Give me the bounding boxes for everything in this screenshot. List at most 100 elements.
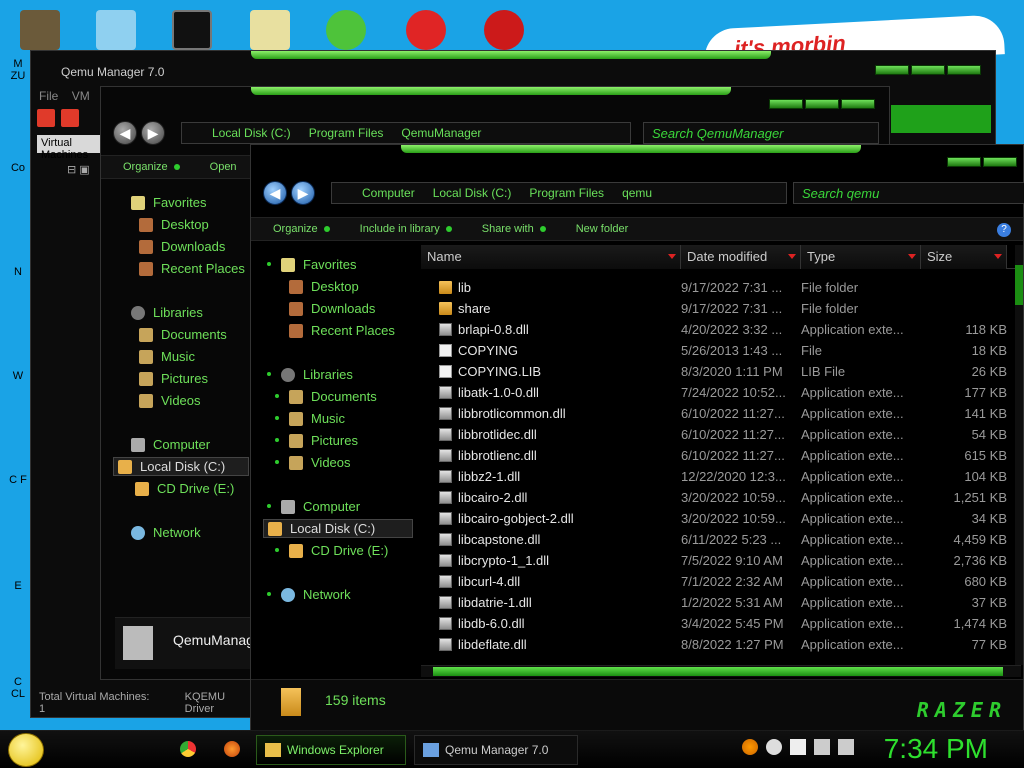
nav-recent-places[interactable]: Recent Places: [289, 323, 395, 338]
column-date-modified[interactable]: Date modified: [681, 245, 801, 269]
chrome-icon[interactable]: [180, 741, 196, 757]
breadcrumb-item[interactable]: Program Files: [529, 186, 604, 200]
nav-cd-drive[interactable]: CD Drive (E:): [275, 543, 388, 558]
nav-videos[interactable]: Videos: [275, 455, 351, 470]
desktop-icon-label[interactable]: E: [6, 580, 30, 592]
nav-desktop[interactable]: Desktop: [289, 279, 359, 294]
clock[interactable]: 7:34 PM: [884, 733, 988, 765]
nav-downloads[interactable]: Downloads: [139, 239, 225, 254]
table-row[interactable]: lib 9/17/2022 7:31 ... File folder: [421, 277, 1021, 298]
nav-videos[interactable]: Videos: [139, 393, 201, 408]
vertical-scrollbar[interactable]: [1015, 245, 1023, 665]
nav-libraries[interactable]: Libraries: [267, 367, 353, 382]
nav-network[interactable]: Network: [131, 525, 201, 540]
breadcrumb-item[interactable]: Program Files: [309, 126, 384, 140]
volume-icon[interactable]: [838, 739, 854, 755]
address-bar[interactable]: Computer Local Disk (C:) Program Files q…: [331, 182, 787, 204]
nav-computer[interactable]: Computer: [267, 499, 360, 514]
table-row[interactable]: libdb-6.0.dll 3/4/2022 5:45 PM Application…: [421, 613, 1021, 634]
organize-button[interactable]: Organize: [273, 223, 330, 235]
desktop-icon-label[interactable]: C CL: [6, 676, 30, 700]
task-qemu-manager[interactable]: Qemu Manager 7.0: [414, 735, 578, 765]
table-row[interactable]: libcairo-2.dll 3/20/2022 10:59... Applicat…: [421, 487, 1021, 508]
desktop-icon-label[interactable]: W: [6, 370, 30, 382]
maximize-button[interactable]: [805, 99, 839, 109]
nav-local-disk[interactable]: Local Disk (C:): [263, 519, 413, 538]
vm-tree-item[interactable]: ⊟ ▣: [67, 163, 90, 176]
close-button[interactable]: [841, 99, 875, 109]
desktop-icon-label[interactable]: N: [6, 266, 30, 278]
table-row[interactable]: libcrypto-1_1.dll 7/5/2022 9:10 AM Applica…: [421, 550, 1021, 571]
desktop-icon[interactable]: [96, 10, 136, 50]
table-row[interactable]: libbrotlidec.dll 6/10/2022 11:27... Applic…: [421, 424, 1021, 445]
remove-vm-icon[interactable]: [61, 109, 79, 127]
nav-documents[interactable]: Documents: [139, 327, 227, 342]
forward-button[interactable]: ▶: [291, 181, 315, 205]
nav-favorites[interactable]: Favorites: [267, 257, 356, 272]
search-icon[interactable]: [742, 739, 758, 755]
status-icon[interactable]: [766, 739, 782, 755]
minimize-button[interactable]: [947, 157, 981, 167]
search-input[interactable]: Search QemuManager: [643, 122, 879, 144]
table-row[interactable]: COPYING.LIB 8/3/2020 1:11 PM LIB File 26 KB: [421, 361, 1021, 382]
column-type[interactable]: Type: [801, 245, 921, 269]
new-folder-button[interactable]: New folder: [576, 223, 629, 235]
column-name[interactable]: Name: [421, 245, 681, 269]
breadcrumb-item[interactable]: qemu: [622, 186, 652, 200]
table-row[interactable]: libdeflate.dll 8/8/2022 1:27 PM Applicatio…: [421, 634, 1021, 655]
action-center-icon[interactable]: [790, 739, 806, 755]
desktop-icon-label[interactable]: C F: [6, 474, 30, 486]
desktop-icon-label[interactable]: M ZU: [6, 58, 30, 82]
organize-button[interactable]: Organize: [123, 161, 180, 173]
nav-recent-places[interactable]: Recent Places: [139, 261, 245, 276]
nav-local-disk[interactable]: Local Disk (C:): [113, 457, 249, 476]
start-button[interactable]: [8, 733, 44, 767]
nav-documents[interactable]: Documents: [275, 389, 377, 404]
firefox-icon[interactable]: [224, 741, 240, 757]
network-tray-icon[interactable]: [814, 739, 830, 755]
minimize-button[interactable]: [769, 99, 803, 109]
nav-downloads[interactable]: Downloads: [289, 301, 375, 316]
table-row[interactable]: COPYING 5/26/2013 1:43 ... File 18 KB: [421, 340, 1021, 361]
close-button[interactable]: [947, 65, 981, 75]
table-row[interactable]: share 9/17/2022 7:31 ... File folder: [421, 298, 1021, 319]
table-row[interactable]: libbrotlienc.dll 6/10/2022 11:27... Applic…: [421, 445, 1021, 466]
table-row[interactable]: libatk-1.0-0.dll 7/24/2022 10:52... Applic…: [421, 382, 1021, 403]
open-button[interactable]: Open: [210, 161, 237, 173]
breadcrumb-item[interactable]: QemuManager: [401, 126, 481, 140]
angry-birds-icon[interactable]: [326, 10, 366, 50]
desktop-icon[interactable]: [250, 10, 290, 50]
nav-music[interactable]: Music: [275, 411, 345, 426]
breadcrumb-item[interactable]: Local Disk (C:): [433, 186, 512, 200]
table-row[interactable]: libbz2-1.dll 12/22/2020 12:3... Applicatio…: [421, 466, 1021, 487]
share-with-button[interactable]: Share with: [482, 223, 546, 235]
nav-cd-drive[interactable]: CD Drive (E:): [135, 481, 234, 496]
scroll-thumb[interactable]: [1015, 265, 1023, 305]
nav-desktop[interactable]: Desktop: [139, 217, 209, 232]
table-row[interactable]: libdatrie-1.dll 1/2/2022 5:31 AM Applicati…: [421, 592, 1021, 613]
maximize-button[interactable]: [983, 157, 1017, 167]
back-button[interactable]: ◀: [113, 121, 137, 145]
table-row[interactable]: libcurl-4.dll 7/1/2022 2:32 AM Application…: [421, 571, 1021, 592]
scroll-thumb[interactable]: [433, 667, 1003, 676]
menu-file[interactable]: File: [39, 89, 58, 103]
table-row[interactable]: brlapi-0.8.dll 4/20/2022 3:32 ... Applicat…: [421, 319, 1021, 340]
back-button[interactable]: ◀: [263, 181, 287, 205]
column-size[interactable]: Size: [921, 245, 1007, 269]
help-icon[interactable]: ?: [997, 223, 1011, 237]
maximize-button[interactable]: [911, 65, 945, 75]
nav-libraries[interactable]: Libraries: [131, 305, 203, 320]
search-input[interactable]: Search qemu: [793, 182, 1024, 204]
desktop-icon-label[interactable]: Co: [6, 162, 30, 174]
table-row[interactable]: libcairo-gobject-2.dll 3/20/2022 10:59...…: [421, 508, 1021, 529]
cmd-icon[interactable]: [172, 10, 212, 50]
breadcrumb-item[interactable]: Computer: [362, 186, 415, 200]
nav-music[interactable]: Music: [139, 349, 195, 364]
minimize-button[interactable]: [875, 65, 909, 75]
horizontal-scrollbar[interactable]: [421, 665, 1021, 677]
nav-pictures[interactable]: Pictures: [139, 371, 208, 386]
add-vm-icon[interactable]: [37, 109, 55, 127]
desktop-icon[interactable]: [20, 10, 60, 50]
vm-list-header[interactable]: Virtual Machines: [37, 135, 109, 161]
menu-vm[interactable]: VM: [72, 89, 90, 103]
